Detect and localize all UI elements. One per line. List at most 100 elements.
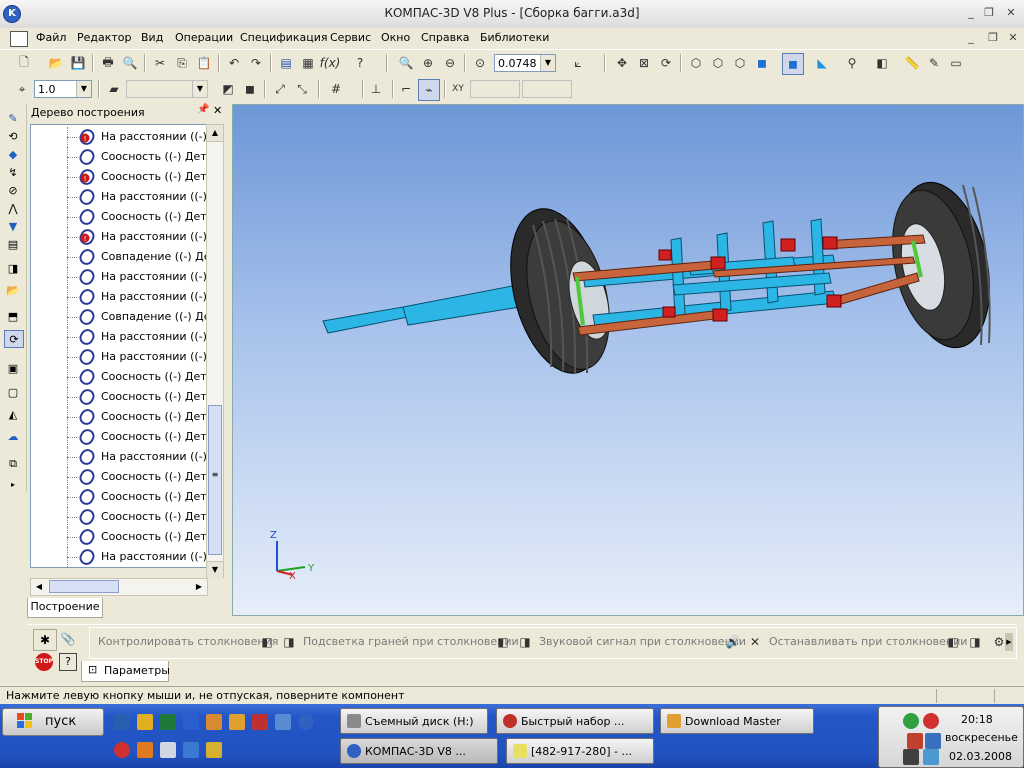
sound-on-icon[interactable]: 🔊 (723, 632, 743, 652)
create-part-icon[interactable]: ⬒ (4, 308, 22, 324)
users-icon[interactable] (137, 714, 153, 730)
shaded-icon[interactable]: ◼ (752, 53, 772, 73)
stop-off-icon[interactable]: ◨ (965, 632, 985, 652)
messenger-icon[interactable] (137, 742, 153, 758)
rotate-component-icon[interactable]: ⟳ (4, 330, 24, 348)
tab-parameters[interactable]: ⊡ Параметры (81, 661, 170, 682)
excel-icon[interactable] (160, 714, 176, 730)
help-pointer-icon[interactable]: ? (350, 53, 370, 73)
tree-item[interactable]: Соосность ((-) Детал (31, 407, 207, 427)
window-icon[interactable]: ▭ (946, 53, 966, 73)
tree-item[interactable]: Соосность ((-) Детал (31, 487, 207, 507)
move-component-icon[interactable]: ▣ (4, 360, 22, 376)
insert-icon[interactable]: ⧉ (4, 456, 22, 472)
task-chat[interactable]: [482-917-280] - ... (506, 738, 654, 764)
menu-libraries[interactable]: Библиотеки (480, 31, 549, 44)
doc-close-icon[interactable]: ✕ (1004, 30, 1022, 46)
chevron-down-icon[interactable]: ▼ (540, 55, 555, 71)
check-collisions-off-icon[interactable]: ◨ (279, 632, 299, 652)
zoom-out-icon[interactable]: ⊖ (440, 53, 460, 73)
new-document-icon[interactable]: 🗋 (14, 53, 34, 73)
tree-item[interactable]: ! На расстоянии ((-) Д (31, 127, 207, 147)
menu-view[interactable]: Вид (141, 31, 163, 44)
doc-restore-icon[interactable]: ❐ (984, 30, 1002, 46)
tree-item[interactable]: Совпадение ((-) Дет (31, 247, 207, 267)
cut-icon[interactable]: ✂ (150, 53, 170, 73)
mirror-icon[interactable]: ◭ (4, 406, 22, 422)
rotate-view-icon[interactable]: ⟳ (656, 53, 676, 73)
array-icon[interactable]: ▢ (4, 384, 22, 400)
coord-x-field[interactable] (470, 80, 520, 98)
minimize-icon[interactable]: _ (962, 5, 980, 21)
option-sound-signal[interactable]: Звуковой сигнал при столкновении (539, 635, 746, 648)
pencil-icon[interactable] (229, 714, 245, 730)
cursor-coords-icon[interactable]: ⌖ (12, 79, 32, 99)
tray-network-icon[interactable] (907, 733, 923, 749)
buggy-assembly-model[interactable]: Z X Y (233, 105, 1023, 615)
expand-icon[interactable]: ▶ (1005, 633, 1013, 651)
thin-lines-icon[interactable]: ⬡ (730, 53, 750, 73)
scroll-up-icon[interactable]: ▲ (207, 125, 223, 142)
doc-minimize-icon[interactable]: _ (962, 30, 980, 46)
menu-window[interactable]: Окно (381, 31, 410, 44)
word-icon[interactable] (183, 714, 199, 730)
help-icon[interactable]: ? (59, 653, 77, 671)
more-tools-icon[interactable]: ▸ (4, 476, 22, 492)
tools-quick-icon[interactable] (206, 742, 222, 758)
layer-state-icon[interactable]: ◼ (240, 79, 260, 99)
print-preview-icon[interactable]: 🔍 (120, 53, 140, 73)
mates-icon[interactable]: ⊘ (4, 182, 22, 198)
explorer-icon[interactable] (183, 742, 199, 758)
task-download-master[interactable]: Download Master (660, 708, 814, 734)
coord-y-field[interactable] (522, 80, 572, 98)
zoom-window-icon[interactable]: 🔍 (396, 53, 416, 73)
print-icon[interactable]: 🖶 (98, 53, 118, 73)
perspective-icon[interactable]: ◣ (812, 53, 832, 73)
option-highlight-faces[interactable]: Подсветка граней при столкновении (303, 635, 519, 648)
step-combo[interactable]: 1.0 ▼ (34, 80, 92, 98)
measure-icon[interactable]: 📏 (902, 53, 922, 73)
fx-icon[interactable]: f(x) (320, 53, 341, 73)
stop-icon[interactable]: STOP (35, 653, 53, 671)
tree-horizontal-scrollbar[interactable]: ◀ ▶ (30, 578, 208, 596)
tree-item[interactable]: Соосность ((-) Детал (31, 147, 207, 167)
variables-icon[interactable]: ▦ (298, 53, 318, 73)
component-icon[interactable]: ◨ (4, 260, 22, 276)
tray-monitor-icon[interactable] (925, 733, 941, 749)
chevron-down-icon[interactable]: ▼ (76, 81, 91, 97)
layer-combo[interactable]: ▼ (126, 80, 208, 98)
scroll-left-icon[interactable]: ◀ (31, 579, 47, 595)
tree-item[interactable]: На расстоянии ((-) Д (31, 327, 207, 347)
tree-item[interactable]: На расстоянии ((-) Д (31, 287, 207, 307)
calculator-icon[interactable] (252, 714, 268, 730)
snap-settings-icon[interactable]: ⤡ (292, 79, 312, 99)
save-icon[interactable]: 💾 (68, 53, 88, 73)
local-cs-icon[interactable]: ⊥ (366, 79, 386, 99)
round-icon[interactable]: ⌁ (418, 79, 440, 101)
collision-icon[interactable]: ✱ (33, 629, 57, 651)
start-button[interactable]: пуск (2, 708, 104, 736)
chevron-down-icon[interactable]: ▼ (192, 81, 207, 97)
tree-item[interactable]: Соосность ((-) Детал (31, 467, 207, 487)
ortho-icon[interactable]: ⌐ (396, 79, 416, 99)
desktop-icon[interactable] (114, 714, 130, 730)
zoom-value-combo[interactable]: 0.0748 ▼ (494, 54, 556, 72)
menu-specification[interactable]: Спецификация (240, 31, 327, 44)
menu-operations[interactable]: Операции (175, 31, 233, 44)
highlight-off-icon[interactable]: ◨ (515, 632, 535, 652)
restore-icon[interactable]: ❐ (980, 5, 998, 21)
tree-item[interactable]: Соосность ((-) Детал (31, 507, 207, 527)
tray-opera-icon[interactable] (923, 713, 939, 729)
layer-icon[interactable]: ▰ (104, 79, 124, 99)
spiral-icon[interactable]: ⟲ (4, 128, 22, 144)
tree-item[interactable]: На расстоянии ((-) Д (31, 267, 207, 287)
shaded-edges-icon[interactable]: ◼ (782, 53, 804, 75)
tree-item[interactable]: Соосность ((-) Детал (31, 527, 207, 547)
highlight-on-icon[interactable]: ◧ (493, 632, 513, 652)
pin-icon[interactable]: 📌 (197, 104, 209, 115)
document-menu-icon[interactable] (10, 31, 28, 47)
panel-close-icon[interactable]: ✕ (213, 104, 222, 117)
tree-vertical-scrollbar[interactable]: ▲ ≡ ▼ (206, 124, 224, 578)
scroll-right-icon[interactable]: ▶ (191, 579, 207, 595)
tab-build[interactable]: Построение (27, 598, 103, 618)
